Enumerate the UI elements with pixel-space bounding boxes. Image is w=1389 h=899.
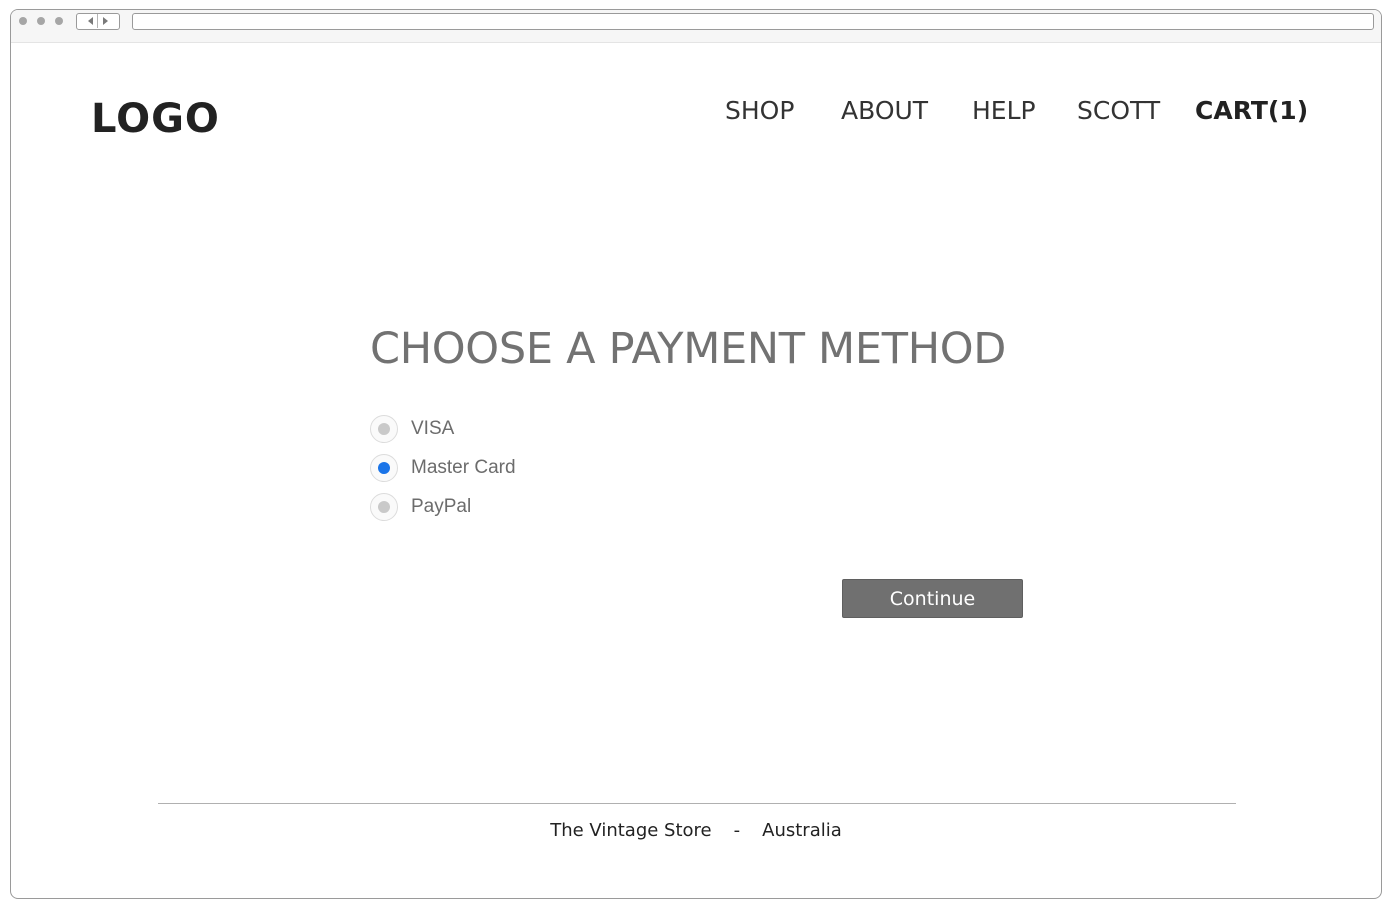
- window-close-dot[interactable]: [19, 17, 27, 25]
- nav-about[interactable]: ABOUT: [841, 96, 928, 125]
- address-bar[interactable]: [132, 13, 1374, 30]
- footer-store-name: The Vintage Store: [550, 820, 712, 841]
- history-nav-buttons: [76, 13, 120, 30]
- radio-paypal[interactable]: [370, 493, 398, 521]
- radio-label-mastercard[interactable]: Master Card: [411, 457, 516, 479]
- radio-indicator: [378, 462, 390, 474]
- browser-window: LOGO SHOP ABOUT HELP SCOTT CART(1) CHOOS…: [10, 9, 1382, 899]
- site-logo[interactable]: LOGO: [91, 96, 220, 142]
- nav-shop[interactable]: SHOP: [725, 96, 794, 125]
- footer-country: Australia: [762, 820, 842, 841]
- nav-help[interactable]: HELP: [972, 96, 1036, 125]
- continue-button[interactable]: Continue: [842, 579, 1023, 618]
- nav-cart[interactable]: CART(1): [1195, 96, 1308, 125]
- window-minimize-dot[interactable]: [37, 17, 45, 25]
- radio-visa[interactable]: [370, 415, 398, 443]
- payment-option-paypal[interactable]: PayPal: [370, 492, 471, 522]
- window-maximize-dot[interactable]: [55, 17, 63, 25]
- payment-option-mastercard[interactable]: Master Card: [370, 453, 516, 483]
- radio-indicator: [378, 423, 390, 435]
- radio-label-visa[interactable]: VISA: [411, 418, 454, 440]
- radio-mastercard[interactable]: [370, 454, 398, 482]
- page-title: CHOOSE A PAYMENT METHOD: [370, 324, 1007, 374]
- footer-separator: -: [733, 820, 741, 841]
- payment-option-visa[interactable]: VISA: [370, 414, 454, 444]
- radio-indicator: [378, 501, 390, 513]
- chevron-left-icon[interactable]: [88, 17, 93, 25]
- radio-label-paypal[interactable]: PayPal: [411, 496, 471, 518]
- browser-chrome: [11, 10, 1381, 43]
- chevron-right-icon[interactable]: [103, 17, 108, 25]
- footer: The Vintage Store - Australia: [11, 820, 1381, 841]
- nav-divider: [97, 14, 98, 28]
- nav-user[interactable]: SCOTT: [1077, 96, 1160, 125]
- footer-divider: [158, 803, 1236, 804]
